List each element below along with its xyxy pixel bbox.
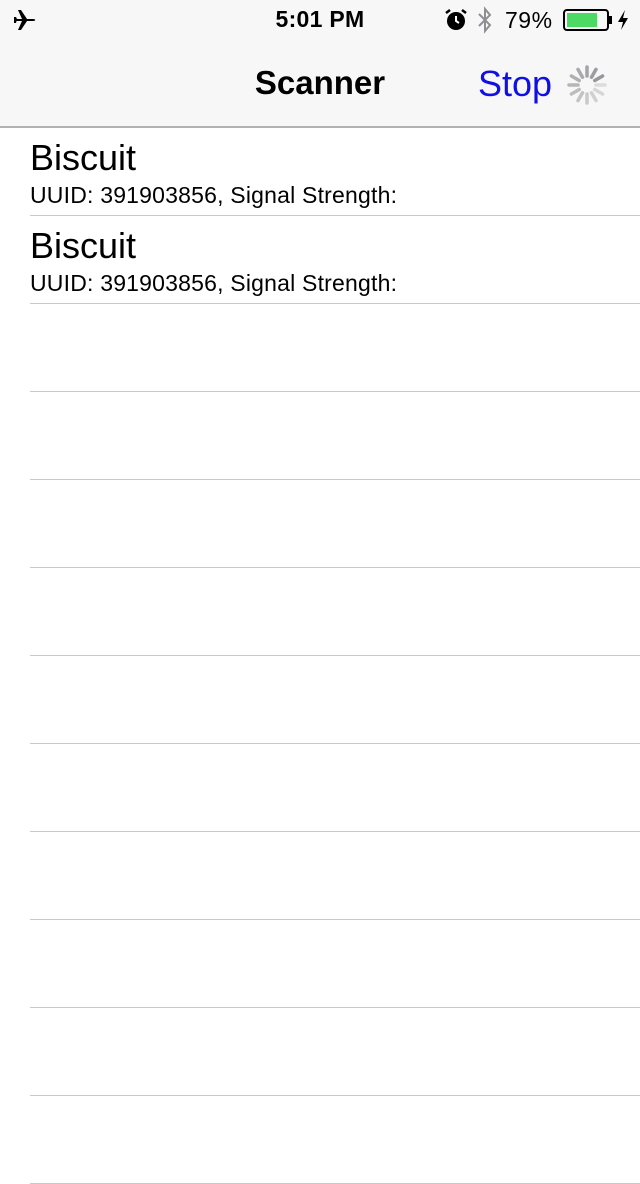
device-details: UUID: 391903856, Signal Strength:: [30, 270, 398, 296]
spinner-spoke: [593, 87, 605, 96]
empty-row: [0, 480, 640, 568]
list-item[interactable]: Biscuit UUID: 391903856, Signal Strength:: [0, 216, 640, 304]
device-name: Biscuit: [30, 137, 137, 178]
empty-row: [0, 832, 640, 920]
spinner-spoke: [589, 91, 598, 103]
stop-button[interactable]: Stop: [478, 63, 552, 105]
charging-icon: [618, 10, 628, 30]
status-bar: 5:01 PM 79%: [0, 0, 640, 40]
empty-row: [0, 304, 640, 392]
empty-row: [0, 392, 640, 480]
empty-row: [0, 920, 640, 1008]
spinner-spoke: [576, 67, 585, 79]
device-details: UUID: 391903856, Signal Strength:: [30, 182, 398, 208]
battery-icon: [563, 9, 612, 31]
spinner-spoke: [569, 74, 581, 83]
empty-row: [0, 1096, 640, 1184]
bluetooth-icon: [478, 6, 492, 34]
activity-spinner-icon: [567, 65, 607, 105]
spinner-spoke: [569, 87, 581, 96]
empty-row: [0, 1008, 640, 1096]
alarm-icon: [445, 9, 467, 30]
device-list: Biscuit UUID: 391903856, Signal Strength:…: [0, 128, 640, 1184]
spinner-spoke: [593, 74, 605, 83]
spinner-spoke: [576, 91, 585, 103]
empty-row: [0, 744, 640, 832]
empty-row: [0, 656, 640, 744]
list-item[interactable]: Biscuit UUID: 391903856, Signal Strength:: [0, 128, 640, 216]
spinner-spoke: [589, 67, 598, 79]
battery-percent: 79%: [505, 7, 553, 33]
empty-row: [0, 568, 640, 656]
navigation-header: 5:01 PM 79% Scanner Stop: [0, 0, 640, 128]
device-name: Biscuit: [30, 225, 137, 266]
